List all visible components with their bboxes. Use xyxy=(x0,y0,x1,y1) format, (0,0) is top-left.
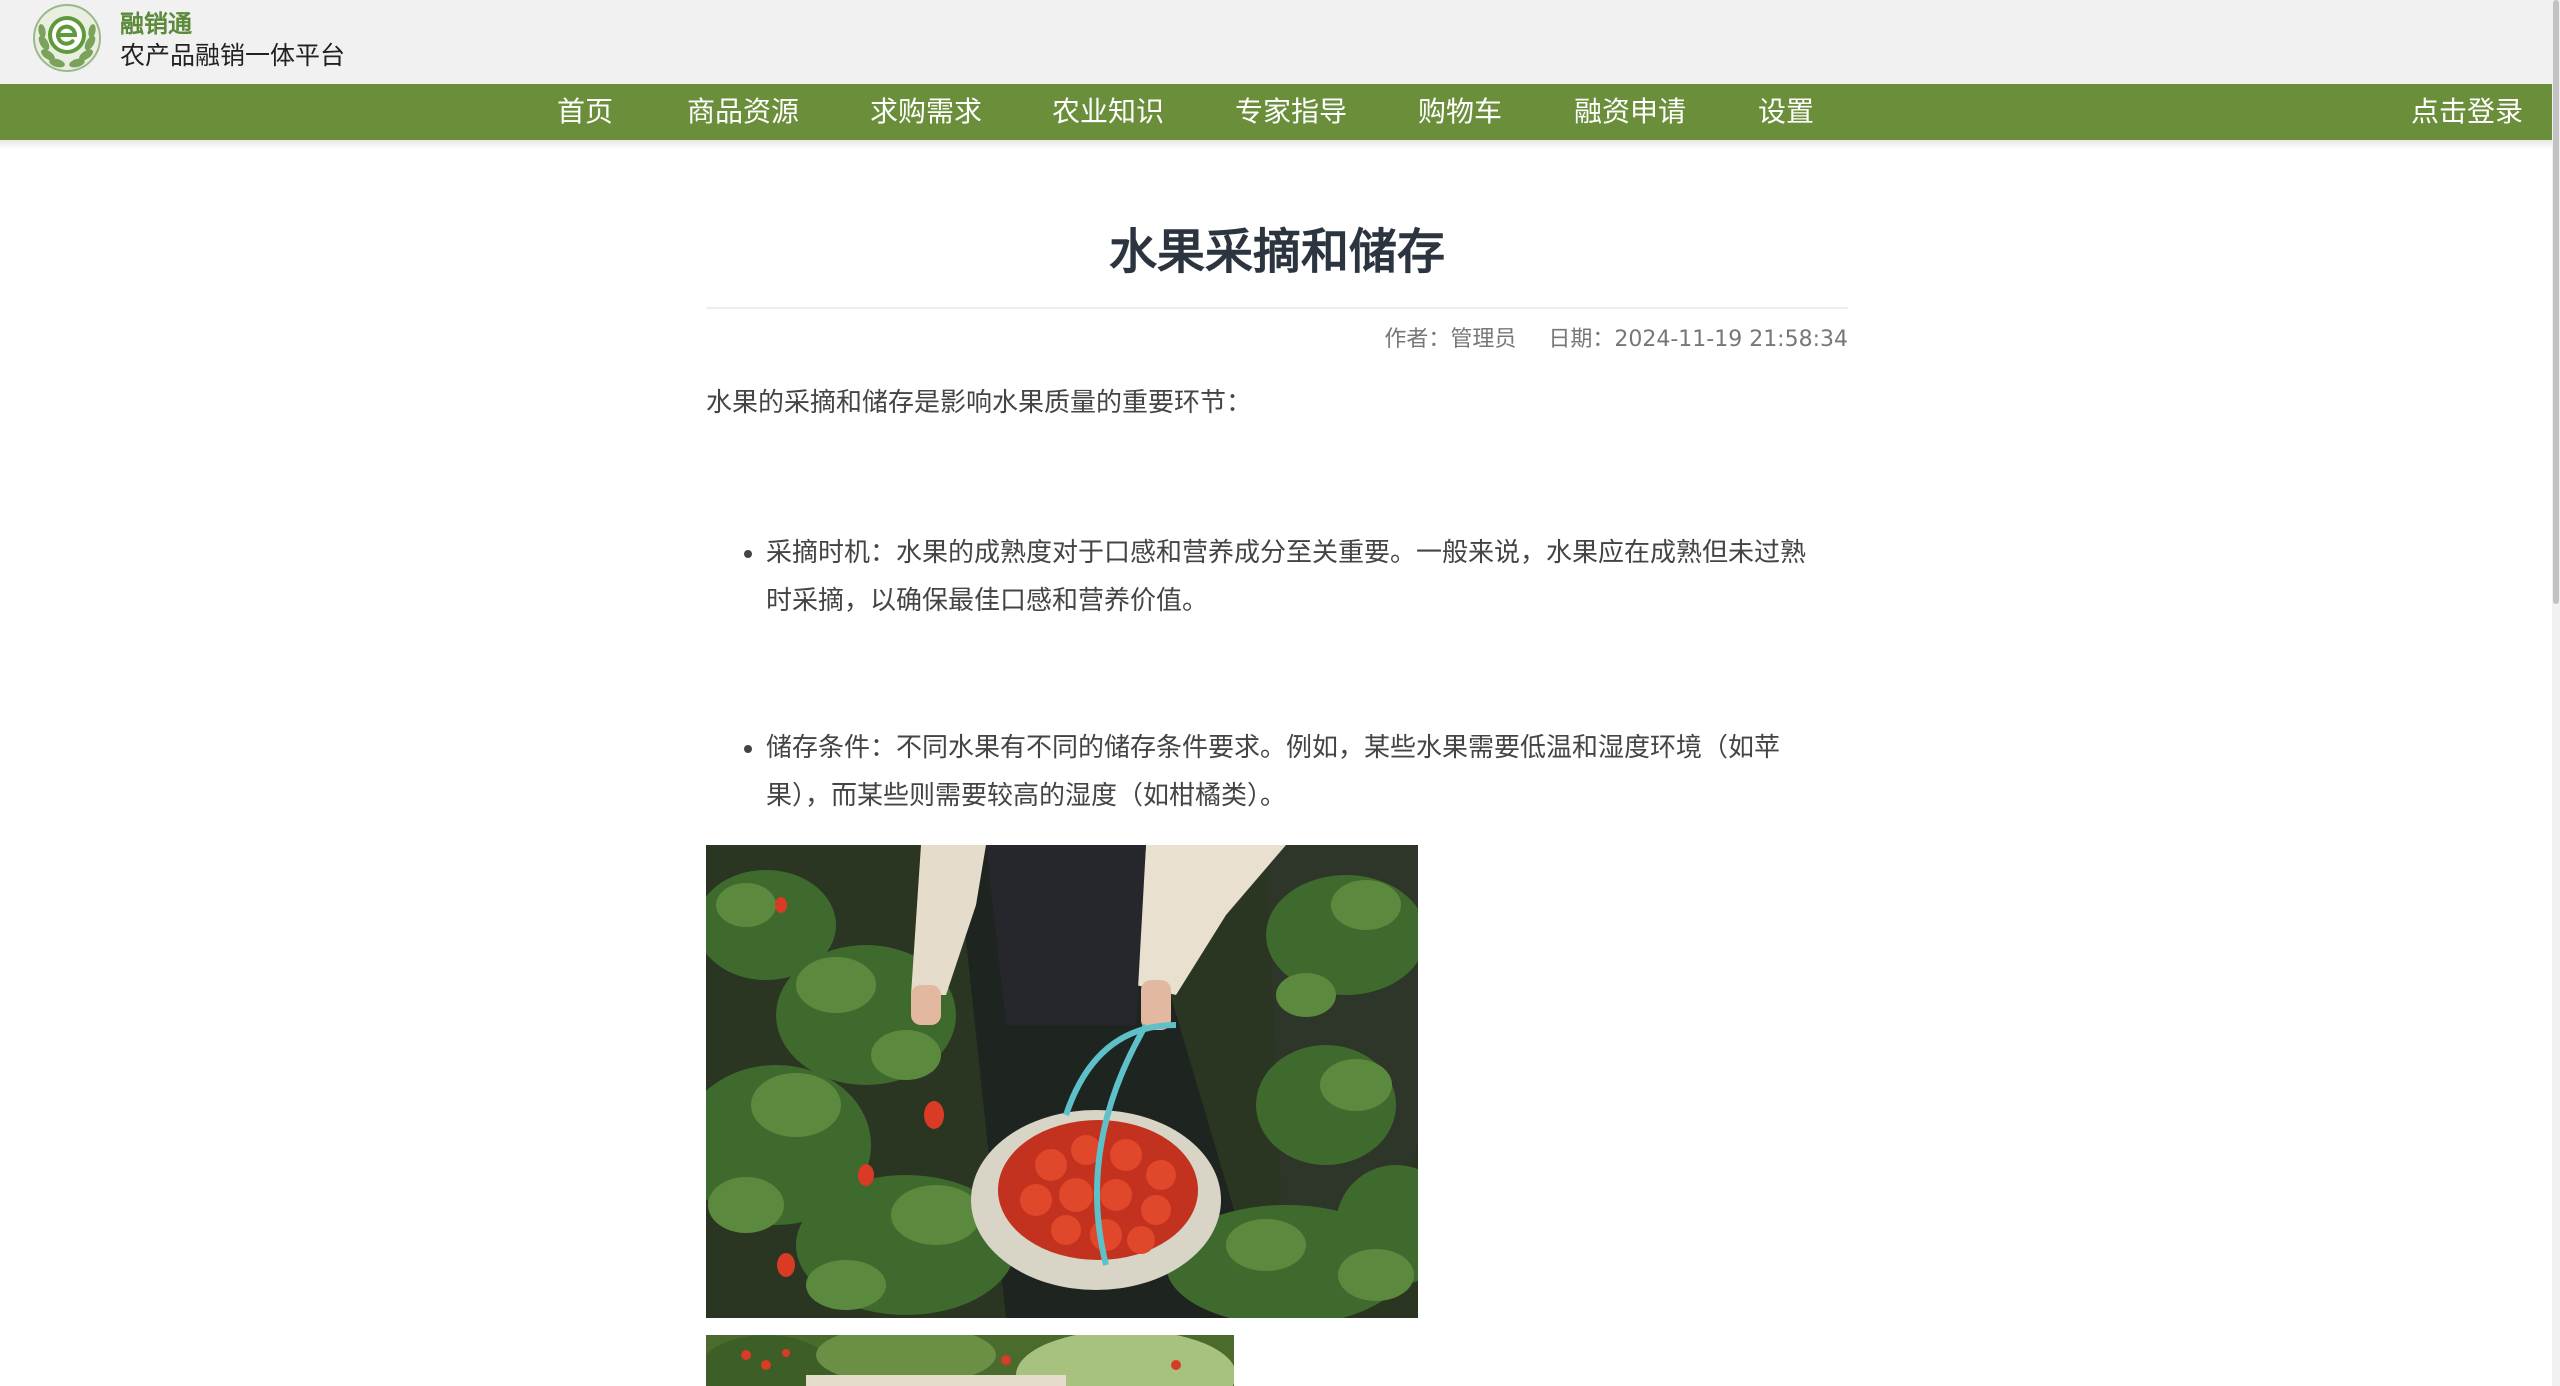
article-intro: 水果的采摘和储存是影响水果质量的重要环节： xyxy=(706,388,1253,418)
nav-item-expert-guidance[interactable]: 专家指导 xyxy=(1235,84,1347,140)
site-header: 融销通 农产品融销一体平台 xyxy=(0,0,2552,84)
article-date: 日期：2024-11-19 21:58:34 xyxy=(1548,327,1848,352)
list-item-picking-time: 采摘时机：水果的成熟度对于口感和营养成分至关重要。一般来说，水果应在成熟但未过熟… xyxy=(706,529,1848,625)
strawberry-field-photo xyxy=(706,1335,1234,1386)
nav-item-settings[interactable]: 设置 xyxy=(1758,84,1814,140)
bullet-list-2: 储存条件：不同水果有不同的储存条件要求。例如，某些水果需要低温和湿度环境（如苹果… xyxy=(706,724,1848,820)
nav-item-financing[interactable]: 融资申请 xyxy=(1574,84,1686,140)
brand-name: 融销通 xyxy=(120,10,192,38)
nav-item-cart[interactable]: 购物车 xyxy=(1418,84,1502,140)
nav-item-agri-knowledge[interactable]: 农业知识 xyxy=(1052,84,1164,140)
strawberry-picking-photo xyxy=(706,845,1418,1318)
nav-item-home[interactable]: 首页 xyxy=(557,84,613,140)
article-title: 水果采摘和储存 xyxy=(1108,224,1445,280)
article-author: 作者：管理员 xyxy=(1384,327,1517,352)
page: 融销通 农产品融销一体平台 首页 商品资源 求购需求 农业知识 专家指导 购物车… xyxy=(0,0,2560,1386)
brand-subtitle: 农产品融销一体平台 xyxy=(120,41,346,70)
main-nav: 首页 商品资源 求购需求 农业知识 专家指导 购物车 融资申请 设置 点击登录 xyxy=(0,84,2552,140)
bullet-list-1: 采摘时机：水果的成熟度对于口感和营养成分至关重要。一般来说，水果应在成熟但未过熟… xyxy=(706,529,1848,625)
brand-logo-icon[interactable] xyxy=(32,3,102,73)
title-divider xyxy=(706,307,1848,309)
list-item-storage-conditions: 储存条件：不同水果有不同的储存条件要求。例如，某些水果需要低温和湿度环境（如苹果… xyxy=(706,724,1848,820)
article-meta: 作者：管理员 日期：2024-11-19 21:58:34 xyxy=(1384,322,1848,358)
nav-item-products[interactable]: 商品资源 xyxy=(687,84,799,140)
page-scrollbar[interactable] xyxy=(2552,0,2560,1386)
nav-item-purchase-requests[interactable]: 求购需求 xyxy=(870,84,982,140)
nav-divider xyxy=(0,140,2552,150)
scrollbar-thumb[interactable] xyxy=(2553,0,2559,604)
login-link[interactable]: 点击登录 xyxy=(2411,84,2523,140)
